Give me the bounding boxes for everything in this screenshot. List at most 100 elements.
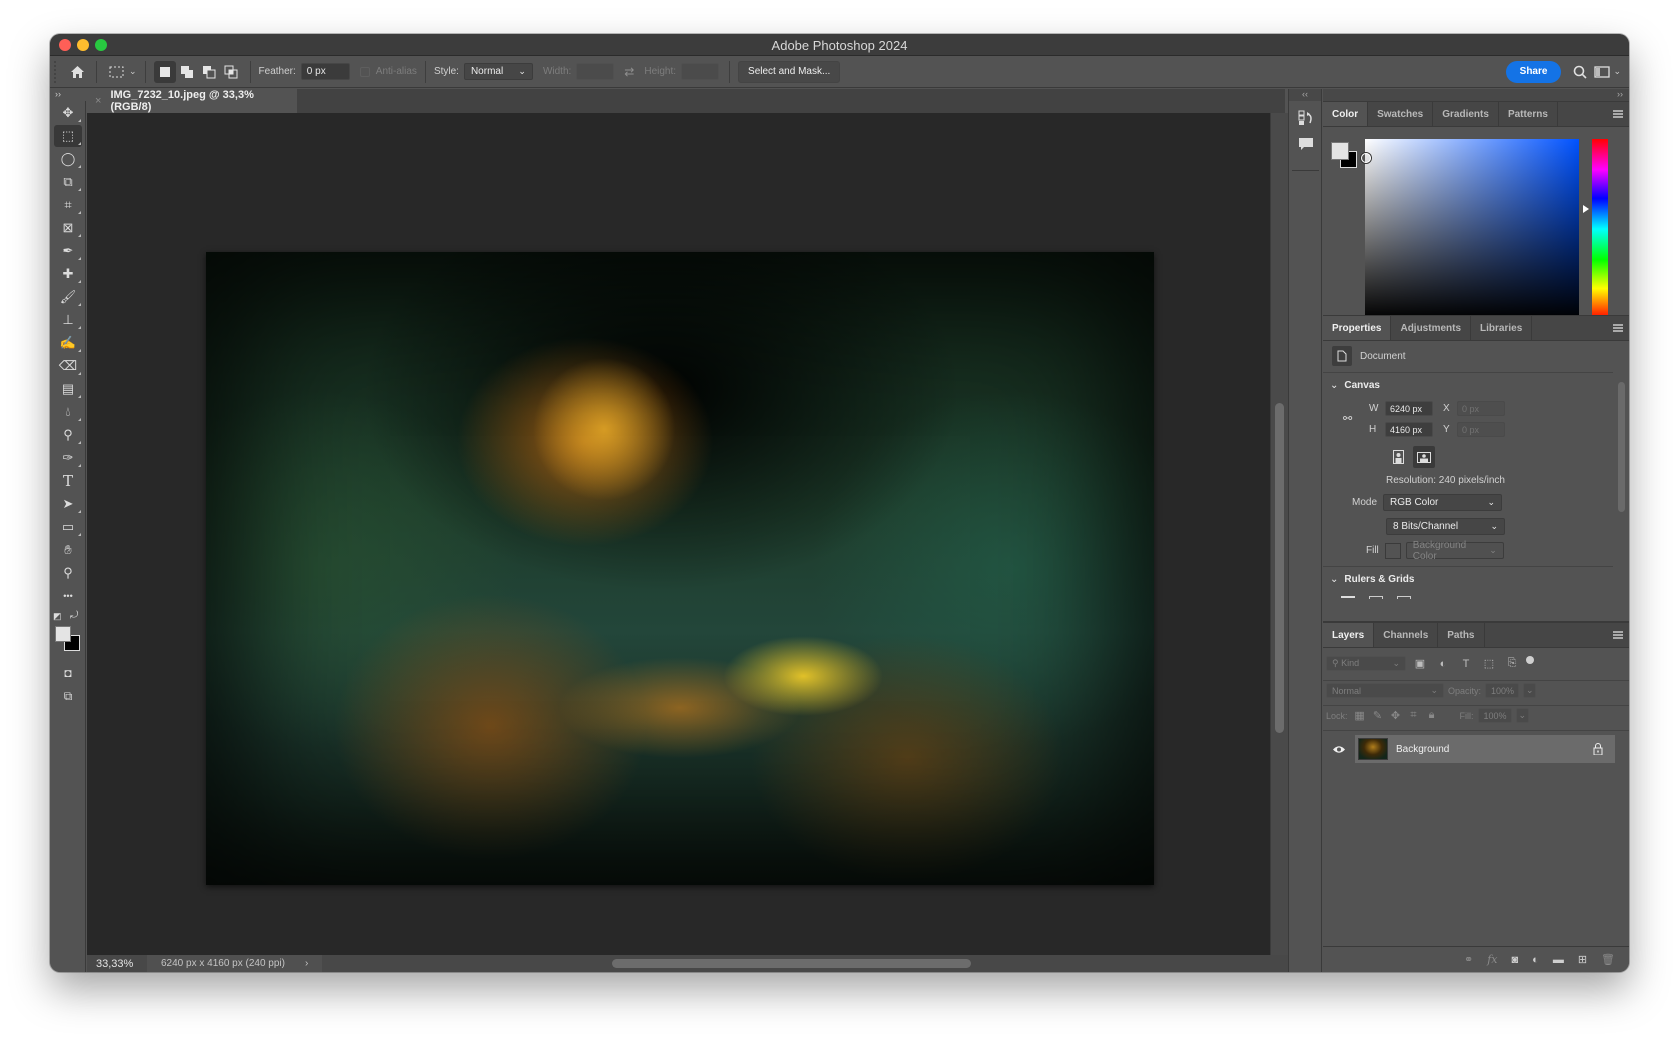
new-group-icon[interactable]: ▬: [1553, 954, 1564, 966]
layer-lock-icon[interactable]: [1593, 743, 1603, 755]
anti-alias-checkbox[interactable]: [359, 66, 370, 77]
tab-patterns[interactable]: Patterns: [1499, 102, 1558, 126]
history-panel-button[interactable]: [1292, 105, 1319, 131]
new-layer-icon[interactable]: ⊞: [1578, 953, 1587, 966]
home-button[interactable]: [66, 61, 88, 83]
filter-type-icon[interactable]: T: [1457, 658, 1475, 670]
tab-gradients[interactable]: Gradients: [1433, 102, 1499, 126]
filter-smart-object-icon[interactable]: ⎘: [1503, 657, 1521, 670]
dock-collapse-toggle[interactable]: ‹‹: [1289, 89, 1321, 101]
link-layers-icon[interactable]: ⚭: [1464, 953, 1473, 966]
rulers-grids-section-toggle[interactable]: ⌄ Rulers & Grids: [1330, 574, 1414, 585]
vertical-scrollbar[interactable]: [1270, 113, 1288, 955]
feather-input[interactable]: 0 px: [300, 63, 350, 80]
spot-healing-brush-tool[interactable]: ✚: [54, 263, 82, 285]
color-mode-select[interactable]: RGB Color ⌄: [1383, 494, 1503, 511]
horizontal-scroll-thumb[interactable]: [612, 959, 971, 968]
chevron-right-icon[interactable]: ›: [305, 958, 308, 969]
foreground-color-swatch[interactable]: [1331, 142, 1349, 160]
canvas-width-input[interactable]: 6240 px: [1385, 401, 1433, 416]
rectangular-marquee-tool[interactable]: ⬚: [54, 125, 82, 147]
new-adjustment-layer-icon[interactable]: ◐: [1532, 954, 1539, 966]
filter-toggle[interactable]: [1526, 655, 1534, 664]
layer-visibility-toggle[interactable]: [1323, 745, 1355, 754]
canvas-height-input[interactable]: 4160 px: [1385, 422, 1433, 437]
tab-swatches[interactable]: Swatches: [1368, 102, 1434, 126]
zoom-level[interactable]: 33,33%: [87, 958, 147, 970]
type-tool[interactable]: T: [54, 470, 82, 492]
swap-width-height-icon[interactable]: ⇄: [624, 65, 634, 79]
dodge-tool[interactable]: ⚲: [54, 424, 82, 446]
canvas-y-input[interactable]: 0 px: [1457, 422, 1505, 437]
lock-artboard-icon[interactable]: ⌗: [1408, 709, 1420, 722]
link-dimensions-icon[interactable]: ⚯: [1343, 412, 1352, 425]
blend-mode-select[interactable]: Normal ⌄: [1326, 683, 1444, 698]
pen-tool[interactable]: ✑: [54, 447, 82, 469]
opacity-dropdown[interactable]: ⌄: [1523, 683, 1537, 698]
panel-menu-icon[interactable]: [1613, 110, 1623, 118]
lasso-tool[interactable]: ◯: [54, 148, 82, 170]
edit-toolbar[interactable]: •••: [54, 585, 82, 607]
object-selection-tool[interactable]: ⧉: [54, 171, 82, 193]
clone-stamp-tool[interactable]: ⊥: [54, 309, 82, 331]
hand-tool[interactable]: ✋︎: [54, 539, 82, 561]
add-mask-icon[interactable]: ◙: [1512, 954, 1519, 966]
tab-layers[interactable]: Layers: [1323, 623, 1375, 647]
gradient-tool[interactable]: ▤: [54, 378, 82, 400]
style-select[interactable]: Normal ⌄: [463, 63, 533, 80]
blur-tool[interactable]: 💧︎: [54, 401, 82, 423]
guides-icon[interactable]: [1397, 596, 1411, 599]
chevron-down-icon[interactable]: ⌄: [129, 66, 137, 77]
fill-dropdown[interactable]: ⌄: [1515, 708, 1529, 723]
bit-depth-select[interactable]: 8 Bits/Channel ⌄: [1386, 518, 1505, 535]
quick-mask-button[interactable]: ◘: [54, 662, 82, 684]
layer-row[interactable]: Background: [1323, 735, 1629, 763]
document-tab[interactable]: × IMG_7232_10.jpeg @ 33,3% (RGB/8): [87, 89, 297, 113]
delete-layer-icon[interactable]: 🗑︎: [1601, 953, 1615, 966]
default-colors-icon[interactable]: ◩: [53, 611, 62, 622]
saturation-brightness-field[interactable]: [1361, 139, 1579, 319]
lock-image-pixels-icon[interactable]: ✎: [1372, 709, 1384, 722]
rectangle-tool[interactable]: ▭: [54, 516, 82, 538]
canvas-area[interactable]: [87, 113, 1270, 955]
filter-shape-icon[interactable]: ⬚: [1480, 657, 1498, 670]
hue-slider-handle[interactable]: [1583, 205, 1589, 213]
portrait-orientation-button[interactable]: [1389, 448, 1407, 466]
path-selection-tool[interactable]: ➤: [54, 493, 82, 515]
canvas-x-input[interactable]: 0 px: [1457, 401, 1505, 416]
rulers-icon[interactable]: [1341, 596, 1355, 599]
search-button[interactable]: [1569, 61, 1591, 83]
grid-icon[interactable]: [1369, 596, 1383, 599]
fill-color-swatch[interactable]: [1384, 542, 1401, 559]
move-tool[interactable]: ✥: [54, 102, 82, 124]
zoom-tool[interactable]: ⚲: [54, 562, 82, 584]
lock-position-icon[interactable]: ✥: [1390, 709, 1402, 722]
height-input[interactable]: [681, 63, 720, 80]
options-grip[interactable]: [54, 60, 62, 83]
filter-pixel-icon[interactable]: ▣: [1411, 657, 1429, 670]
layer-name[interactable]: Background: [1396, 744, 1593, 755]
tool-preset-picker[interactable]: [105, 61, 127, 83]
screen-mode-button[interactable]: ⧉: [54, 685, 82, 707]
width-input[interactable]: [576, 63, 615, 80]
chevron-down-icon[interactable]: ⌄: [1613, 66, 1621, 77]
layer-style-fx-icon[interactable]: fx: [1487, 953, 1497, 966]
crop-tool[interactable]: ⌗: [54, 194, 82, 216]
frame-tool[interactable]: ⊠: [54, 217, 82, 239]
comments-panel-button[interactable]: [1292, 131, 1319, 157]
document-image[interactable]: [206, 252, 1154, 885]
document-info[interactable]: 6240 px x 4160 px (240 ppi) ›: [147, 955, 323, 972]
canvas-section-toggle[interactable]: ⌄ Canvas: [1330, 380, 1380, 391]
eraser-tool[interactable]: ⌫: [54, 355, 82, 377]
layer-filter-select[interactable]: ⚲ Kind ⌄: [1326, 656, 1406, 671]
toolbar-foreground-color[interactable]: [55, 626, 71, 642]
panels-collapse-toggle[interactable]: ››: [1323, 89, 1629, 101]
share-button[interactable]: Share: [1505, 60, 1562, 83]
lock-all-icon[interactable]: 🔒︎: [1426, 709, 1438, 722]
vertical-scroll-thumb[interactable]: [1275, 403, 1284, 733]
tab-color[interactable]: Color: [1323, 102, 1369, 126]
panel-menu-icon[interactable]: [1613, 631, 1623, 639]
brush-tool[interactable]: 🖌︎: [54, 286, 82, 308]
tab-channels[interactable]: Channels: [1374, 623, 1439, 647]
subtract-from-selection-button[interactable]: [198, 61, 220, 83]
